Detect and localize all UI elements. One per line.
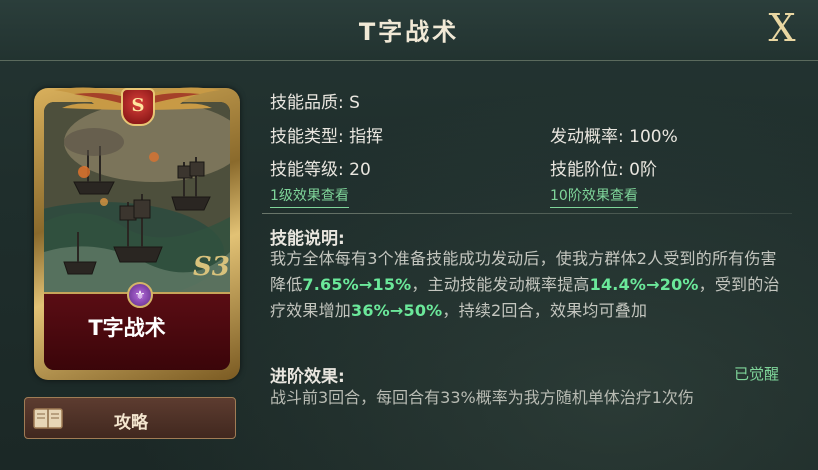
grade-badge: S bbox=[121, 88, 155, 126]
card-name: T字战术 bbox=[88, 316, 166, 340]
header-bar: T字战术 X bbox=[0, 0, 818, 61]
advanced-title: 进阶效果: bbox=[270, 367, 345, 387]
desc-part-4: ，持续2回合，效果均可叠加 bbox=[442, 301, 648, 320]
skill-quality-key: 技能品质: bbox=[270, 93, 344, 113]
skill-quality-value: S bbox=[349, 93, 360, 113]
skill-quality: 技能品质: S bbox=[270, 88, 360, 113]
close-button[interactable]: X bbox=[760, 6, 804, 50]
skill-detail-panel: T字战术 X T字战术 S S3 ⚜ 攻略 技能品质: S 技能类型: 指挥 发… bbox=[0, 0, 818, 470]
skill-level: 技能等级: 20 bbox=[270, 155, 371, 180]
emblem-icon: ⚜ bbox=[127, 282, 153, 308]
guide-button[interactable]: 攻略 bbox=[24, 397, 236, 439]
skill-level-value: 20 bbox=[349, 160, 371, 180]
skill-level-key: 技能等级: bbox=[270, 160, 344, 180]
tier10-effect-link[interactable]: 10阶效果查看 bbox=[550, 185, 638, 208]
trigger-rate: 发动概率: 100% bbox=[550, 122, 678, 147]
desc-highlight-heal: 36%→50% bbox=[351, 301, 443, 320]
desc-highlight-rate: 14.4%→20% bbox=[589, 275, 699, 294]
awakened-status: 已觉醒 bbox=[734, 365, 780, 383]
skill-tier: 技能阶位: 0阶 bbox=[550, 155, 657, 180]
desc-part-2: ，主动技能发动概率提高 bbox=[411, 275, 590, 294]
season-badge: S3 bbox=[193, 252, 230, 282]
guide-button-label: 攻略 bbox=[114, 413, 148, 433]
page-title: T字战术 bbox=[358, 18, 460, 46]
advanced-text: 战斗前3回合，每回合有33%概率为我方随机单体治疗1次伤 bbox=[270, 388, 694, 407]
description-text: 我方全体每有3个准备技能成功发动后，使我方群体2人受到的所有伤害降低7.65%→… bbox=[270, 246, 780, 324]
trigger-rate-key: 发动概率: bbox=[550, 127, 624, 147]
skill-card: T字战术 bbox=[34, 88, 240, 380]
skill-type-key: 技能类型: bbox=[270, 127, 344, 147]
desc-highlight-damage: 7.65%→15% bbox=[302, 275, 412, 294]
skill-type-value: 指挥 bbox=[349, 127, 384, 147]
trigger-rate-value: 100% bbox=[629, 127, 678, 147]
skill-tier-value: 0阶 bbox=[629, 160, 657, 180]
level1-effect-link[interactable]: 1级效果查看 bbox=[270, 185, 349, 208]
skill-type: 技能类型: 指挥 bbox=[270, 122, 383, 147]
skill-tier-key: 技能阶位: bbox=[550, 160, 624, 180]
section-divider bbox=[262, 213, 792, 214]
